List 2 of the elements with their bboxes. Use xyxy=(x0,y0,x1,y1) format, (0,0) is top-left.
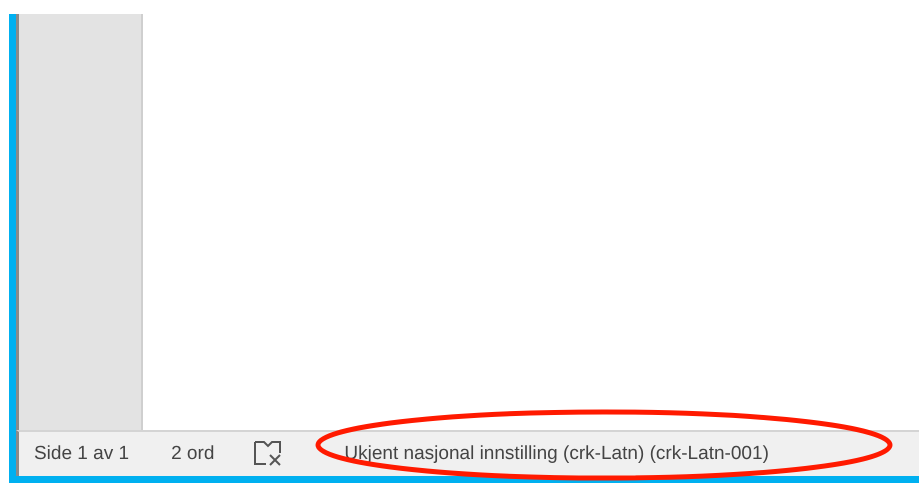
word-count[interactable]: 2 ord xyxy=(171,440,214,468)
page-count[interactable]: Side 1 av 1 xyxy=(34,440,130,468)
